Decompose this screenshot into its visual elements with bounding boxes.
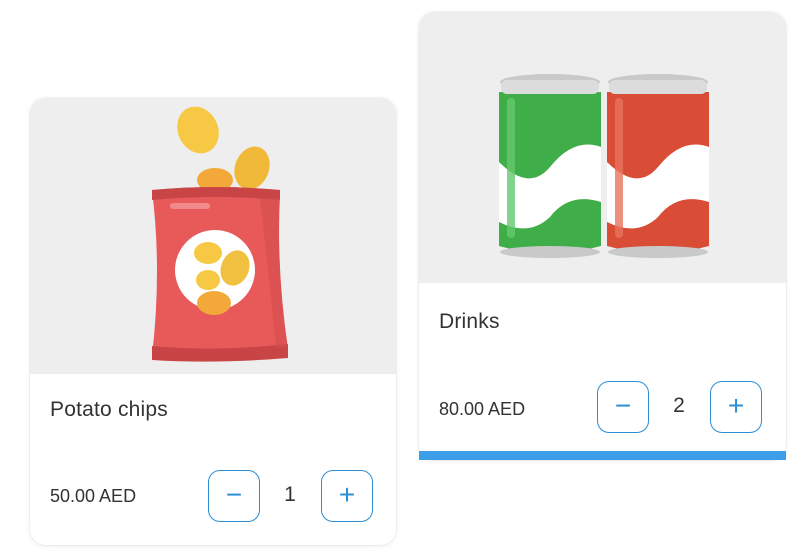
decrease-quantity-button[interactable]: − [208, 470, 260, 522]
quantity-value: 1 [284, 483, 296, 506]
product-card-potato-chips[interactable]: Potato chips 50.00 AED − 1 + [30, 98, 396, 545]
selected-indicator-bar [419, 451, 786, 460]
quantity-value: 2 [673, 394, 685, 417]
product-grid: Potato chips 50.00 AED − 1 + Drinks 80.0… [0, 0, 810, 555]
increase-quantity-button[interactable]: + [710, 381, 762, 433]
decrease-quantity-button[interactable]: − [597, 381, 649, 433]
product-price: 50.00 AED [50, 486, 137, 506]
chips-bag-illustration [152, 106, 288, 362]
product-image-container [419, 12, 786, 283]
product-card-drinks[interactable]: Drinks 80.00 AED − 2 + [419, 12, 786, 460]
drink-cans-illustration [499, 74, 709, 258]
product-title: Drinks [439, 310, 500, 333]
product-price: 80.00 AED [439, 399, 526, 419]
product-image-container [30, 98, 396, 374]
increase-quantity-button[interactable]: + [321, 470, 373, 522]
product-title: Potato chips [50, 398, 168, 421]
